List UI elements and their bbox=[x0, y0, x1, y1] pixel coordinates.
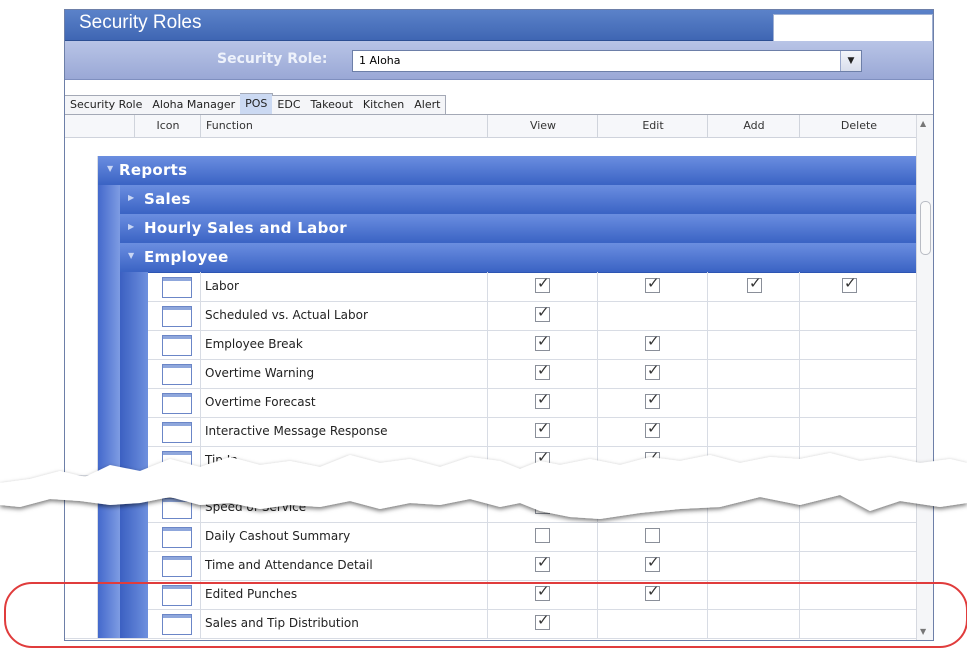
table-row[interactable]: Time and Attendance Detail bbox=[65, 551, 917, 581]
dropdown-arrow-icon[interactable]: ▼ bbox=[840, 51, 861, 71]
col-header-delete[interactable]: Delete bbox=[799, 115, 918, 137]
view-checkbox[interactable] bbox=[535, 390, 550, 409]
security-roles-window: Security Roles Security Role: 1 Aloha ▼ … bbox=[64, 9, 934, 641]
edit-checkbox[interactable] bbox=[645, 332, 660, 351]
group-label: Sales bbox=[144, 190, 191, 208]
table-row[interactable]: Scheduled vs. Actual Labor bbox=[65, 301, 917, 331]
col-header-edit[interactable]: Edit bbox=[597, 115, 708, 137]
torn-page-divider bbox=[0, 453, 967, 519]
group-label: Hourly Sales and Labor bbox=[144, 219, 347, 237]
table-row[interactable]: Labor bbox=[65, 272, 917, 302]
collapse-arrow-icon[interactable]: ▼ bbox=[128, 251, 134, 260]
table-row[interactable]: Overtime Warning bbox=[65, 359, 917, 389]
function-label: Overtime Forecast bbox=[205, 395, 316, 409]
function-window-icon bbox=[162, 393, 192, 414]
permissions-grid: Icon Function View Edit Add Delete ▼ Repo… bbox=[65, 115, 917, 640]
table-row[interactable]: Interactive Message Response bbox=[65, 417, 917, 447]
delete-checkbox[interactable] bbox=[842, 274, 857, 293]
highlight-callout bbox=[4, 582, 967, 648]
edit-checkbox[interactable] bbox=[645, 361, 660, 380]
tab-pos[interactable]: POS bbox=[240, 93, 274, 114]
vertical-scrollbar[interactable]: ▲ ▼ bbox=[916, 115, 933, 640]
function-label: Scheduled vs. Actual Labor bbox=[205, 308, 368, 322]
tab-security-role[interactable]: Security Role bbox=[65, 95, 149, 114]
group-label: Employee bbox=[144, 248, 229, 266]
expand-arrow-icon[interactable]: ▶ bbox=[128, 193, 134, 202]
view-checkbox[interactable] bbox=[535, 361, 550, 380]
window-title: Security Roles bbox=[79, 12, 202, 33]
tab-aloha-manager[interactable]: Aloha Manager bbox=[147, 95, 242, 114]
group-label: Reports bbox=[119, 161, 188, 179]
function-window-icon bbox=[162, 335, 192, 356]
table-row[interactable]: Daily Cashout Summary bbox=[65, 522, 917, 552]
view-checkbox[interactable] bbox=[535, 303, 550, 322]
col-header-view[interactable]: View bbox=[487, 115, 598, 137]
view-checkbox[interactable] bbox=[535, 528, 550, 543]
group-row[interactable]: ▼ Employee bbox=[65, 243, 917, 273]
scroll-up-icon[interactable]: ▲ bbox=[920, 119, 926, 128]
edit-checkbox[interactable] bbox=[645, 390, 660, 409]
add-checkbox[interactable] bbox=[747, 274, 762, 293]
col-header-icon[interactable]: Icon bbox=[134, 115, 201, 137]
edit-checkbox[interactable] bbox=[645, 274, 660, 293]
function-label: Employee Break bbox=[205, 337, 303, 351]
view-checkbox[interactable] bbox=[535, 332, 550, 351]
col-header-add[interactable]: Add bbox=[707, 115, 800, 137]
function-window-icon bbox=[162, 277, 192, 298]
function-label: Overtime Warning bbox=[205, 366, 315, 380]
tab-alert[interactable]: Alert bbox=[409, 95, 447, 114]
table-row[interactable]: Overtime Forecast bbox=[65, 388, 917, 418]
function-label: Labor bbox=[205, 279, 239, 293]
view-checkbox[interactable] bbox=[535, 553, 550, 572]
group-row[interactable]: ▶ Hourly Sales and Labor bbox=[65, 214, 917, 244]
security-role-label: Security Role: bbox=[217, 51, 328, 67]
function-window-icon bbox=[162, 364, 192, 385]
edit-checkbox[interactable] bbox=[645, 419, 660, 438]
grid-header: Icon Function View Edit Add Delete bbox=[65, 115, 917, 138]
tab-strip: Security Role Aloha Manager POS EDC Takeout K… bbox=[65, 93, 447, 114]
scroll-thumb[interactable] bbox=[920, 201, 931, 255]
view-checkbox[interactable] bbox=[535, 274, 550, 293]
edit-checkbox[interactable] bbox=[645, 553, 660, 572]
edit-checkbox[interactable] bbox=[645, 528, 660, 543]
expand-arrow-icon[interactable]: ▶ bbox=[128, 222, 134, 231]
group-row[interactable]: ▶ Sales bbox=[65, 185, 917, 215]
function-window-icon bbox=[162, 306, 192, 327]
function-label: Daily Cashout Summary bbox=[205, 529, 351, 543]
table-row[interactable]: Employee Break bbox=[65, 330, 917, 360]
view-checkbox[interactable] bbox=[535, 419, 550, 438]
tab-edc[interactable]: EDC bbox=[272, 95, 307, 114]
function-window-icon bbox=[162, 422, 192, 443]
tab-kitchen[interactable]: Kitchen bbox=[357, 95, 411, 114]
title-bar: Security Roles bbox=[65, 10, 933, 42]
col-header-function[interactable]: Function bbox=[200, 115, 506, 137]
title-search-box[interactable] bbox=[773, 14, 933, 42]
security-role-select[interactable]: 1 Aloha ▼ bbox=[352, 50, 862, 72]
security-role-bar: Security Role: 1 Aloha ▼ bbox=[65, 41, 933, 80]
function-label: Time and Attendance Detail bbox=[205, 558, 373, 572]
collapse-arrow-icon[interactable]: ▼ bbox=[107, 164, 113, 173]
security-role-value: 1 Aloha bbox=[359, 54, 401, 67]
function-label: Interactive Message Response bbox=[205, 424, 388, 438]
function-window-icon bbox=[162, 527, 192, 548]
tab-takeout[interactable]: Takeout bbox=[305, 95, 359, 114]
group-row[interactable]: ▼ Reports bbox=[65, 156, 917, 186]
function-window-icon bbox=[162, 556, 192, 577]
